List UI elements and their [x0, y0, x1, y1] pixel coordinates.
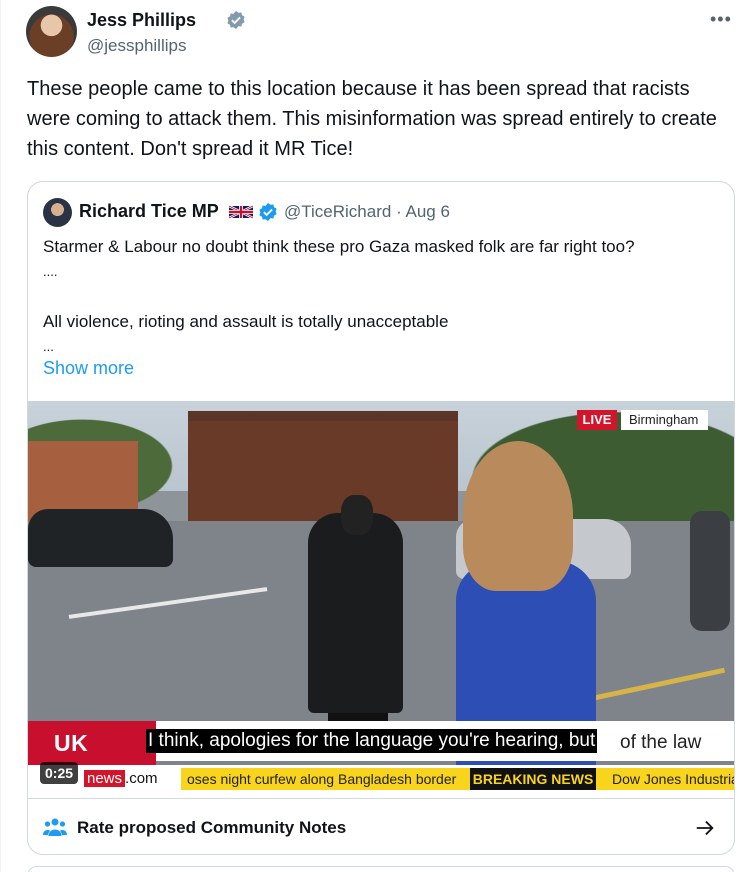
- video-scene-rider-head: [341, 495, 373, 535]
- video-player[interactable]: LIVE Birmingham of the law UK RIOTS I th…: [28, 401, 734, 798]
- verified-badge-icon: [227, 10, 245, 30]
- quoted-text-line: ....: [43, 264, 58, 279]
- author-name[interactable]: Jess Phillips: [87, 10, 196, 31]
- location-badge: Birmingham: [621, 410, 709, 430]
- channel-logo-mark: news: [84, 770, 126, 787]
- video-scene-reporter: [456, 561, 596, 798]
- live-badge: LIVE: [577, 410, 617, 430]
- video-scene-reporter-hair: [463, 441, 573, 591]
- show-more-link[interactable]: Show more: [43, 358, 134, 379]
- quoted-author-name[interactable]: Richard Tice MP: [79, 201, 219, 222]
- timeline-border: [0, 0, 1, 872]
- verified-badge-icon: [259, 202, 277, 222]
- tweet-header: Jess Phillips @jessphillips •••: [26, 6, 736, 60]
- next-card-edge: [27, 866, 735, 872]
- author-handle[interactable]: @jessphillips: [87, 36, 186, 56]
- meta-separator: ·: [396, 202, 406, 221]
- video-duration: 0:25: [40, 762, 79, 784]
- quoted-text-line: ...: [43, 339, 54, 354]
- community-notes-label: Rate proposed Community Notes: [77, 818, 347, 837]
- quoted-text-line: [43, 284, 723, 309]
- quoted-author-meta: @TiceRichard · Aug 6: [284, 202, 450, 222]
- author-avatar[interactable]: [26, 6, 77, 57]
- community-notes-icon: [43, 818, 67, 836]
- quoted-author-handle[interactable]: @TiceRichard: [284, 202, 391, 221]
- channel-logo-suffix: .com: [125, 770, 158, 787]
- lower-third-text: of the law: [620, 732, 702, 753]
- video-scene-car: [28, 509, 173, 567]
- tweet-text: These people came to this location becau…: [27, 78, 717, 160]
- video-scene-rider: [308, 513, 403, 713]
- channel-logo: news .com: [84, 770, 158, 787]
- news-ticker-text: oses night curfew along Bangladesh borde…: [181, 768, 470, 790]
- quoted-text-line: All violence, rioting and assault is tot…: [43, 312, 449, 331]
- video-scene-person: [690, 511, 730, 631]
- quoted-text-line: Starmer & Labour no doubt think these pr…: [43, 237, 635, 256]
- uk-flag-icon: [229, 204, 253, 220]
- video-scene-building: [188, 421, 458, 526]
- news-ticker-text: Dow Jones Industria: [596, 768, 734, 790]
- quoted-tweet-card[interactable]: Richard Tice MP @TiceRichard · Aug 6 Sta…: [27, 181, 735, 855]
- quoted-author-avatar[interactable]: [43, 198, 72, 227]
- arrow-right-icon: [696, 820, 714, 836]
- video-subtitle: I think, apologies for the language you'…: [146, 729, 598, 753]
- breaking-news-label: BREAKING NEWS: [470, 768, 596, 790]
- rate-community-notes-button[interactable]: Rate proposed Community Notes: [28, 798, 734, 854]
- quoted-tweet-date[interactable]: Aug 6: [406, 202, 450, 221]
- quoted-tweet-text: Starmer & Labour no doubt think these pr…: [43, 234, 723, 359]
- more-icon[interactable]: •••: [710, 10, 732, 28]
- lower-third-banner: UK RIOTS: [28, 721, 156, 798]
- quoted-tweet-header: Richard Tice MP @TiceRichard · Aug 6: [43, 198, 723, 228]
